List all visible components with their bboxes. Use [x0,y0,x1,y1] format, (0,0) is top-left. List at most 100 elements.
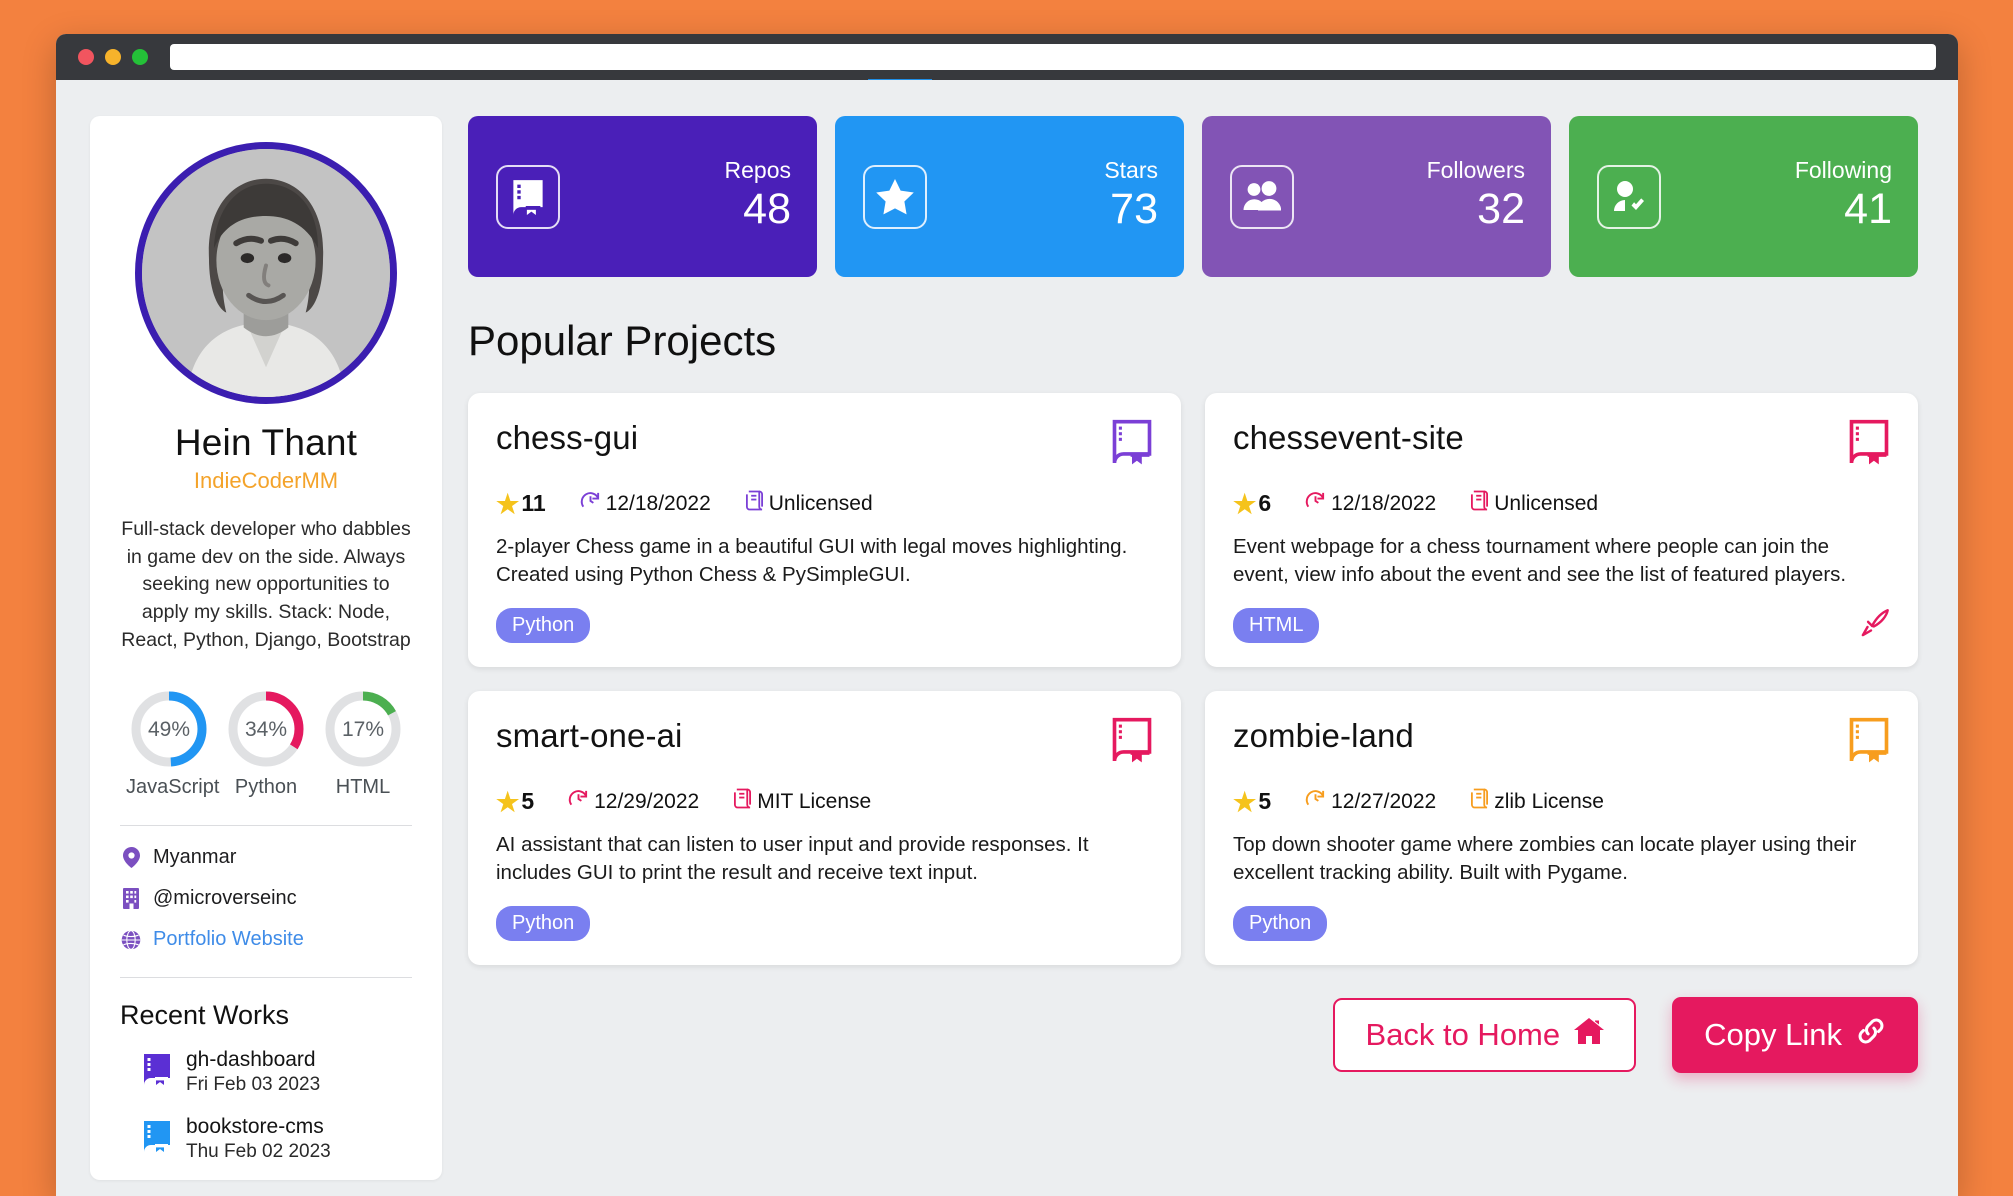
clock-icon [1305,490,1326,517]
page-content: Hein Thant IndieCoderMM Full-stack devel… [56,80,1958,1196]
project-card[interactable]: smart-one-ai ★ 5 12/29/2022 MIT License … [468,691,1181,965]
profile-bio: Full-stack developer who dabbles in game… [121,518,411,651]
project-date: 12/29/2022 [594,789,700,813]
project-date: 12/27/2022 [1331,789,1437,813]
sidebar-divider-top [120,825,412,827]
project-updated: 12/18/2022 [580,490,711,517]
info-text-location: Myanmar [153,846,237,869]
people-icon [1230,164,1294,229]
location-pin-icon [120,847,142,869]
license-scroll-icon [745,490,764,517]
recent-work-date: Thu Feb 02 2023 [186,1140,331,1162]
book-icon [1111,419,1153,470]
language-label: JavaScript [126,776,220,799]
copy-link-label: Copy Link [1704,1017,1842,1052]
progress-ring-icon: 49% [131,691,207,767]
project-language-badge: HTML [1233,608,1320,643]
book-icon [142,1053,172,1090]
project-stars: ★ 5 [1233,788,1271,815]
license-scroll-icon [1470,788,1489,815]
info-row-company: @microverseinc [120,887,412,910]
projects-grid: chess-gui ★ 11 12/18/2022 Unlicensed 2-p… [468,393,1918,965]
stat-value: 41 [1844,185,1892,234]
stats-row: Repos 48 Stars 73 Followers 32 Following… [468,116,1918,277]
stat-label: Repos [724,157,791,184]
language-stats: 49% JavaScript 34% Python 17% HTML [126,686,406,799]
project-date: 12/18/2022 [1331,491,1437,515]
link-icon [1856,1016,1886,1054]
book-icon [1848,419,1890,470]
book-icon [1848,717,1890,768]
recent-work-date: Fri Feb 03 2023 [186,1074,321,1096]
main-content: Repos 48 Stars 73 Followers 32 Following… [468,116,1924,1196]
address-bar-input[interactable] [170,44,1936,70]
project-description: 2-player Chess game in a beautiful GUI w… [496,535,1128,587]
maximize-window-button[interactable] [132,49,148,65]
project-updated: 12/18/2022 [1305,490,1436,517]
project-updated: 12/27/2022 [1305,788,1436,815]
book-icon [142,1120,172,1157]
profile-info-list: Myanmar @microverseinc Portfolio Website [120,846,412,951]
project-license: zlib License [1470,788,1604,815]
language-ring-python: 34% Python [223,686,309,799]
progress-ring-icon: 34% [228,691,304,767]
stat-card-stars[interactable]: Stars 73 [835,116,1184,277]
language-ring-html: 17% HTML [320,686,406,799]
project-card[interactable]: zombie-land ★ 5 12/27/2022 zlib License … [1205,691,1918,965]
clock-icon [568,788,589,815]
stat-card-followers[interactable]: Followers 32 [1202,116,1551,277]
recent-work-name: bookstore-cms [186,1115,324,1139]
star-icon: ★ [1233,786,1257,817]
project-language-badge: Python [496,608,591,643]
project-license-text: Unlicensed [1494,491,1599,515]
language-label: Python [234,776,298,799]
project-stars: ★ 6 [1233,490,1271,517]
copy-link-button[interactable]: Copy Link [1672,997,1918,1073]
person-check-icon [1597,164,1661,229]
stat-label: Following [1794,157,1892,184]
stat-label: Stars [1104,157,1158,184]
clock-icon [1305,788,1326,815]
language-label: HTML [335,776,391,799]
project-card[interactable]: chessevent-site ★ 6 12/18/2022 Unlicense… [1205,393,1918,667]
project-stars: ★ 5 [496,788,534,815]
project-star-count: 11 [521,490,546,516]
profile-sidebar: Hein Thant IndieCoderMM Full-stack devel… [90,116,442,1180]
recent-works-title: Recent Works [120,1000,290,1031]
project-description: Event webpage for a chess tournament whe… [1233,535,1847,587]
stat-value: 32 [1477,185,1525,234]
book-icon [496,164,560,229]
license-scroll-icon [733,788,752,815]
page-title: Popular Projects [468,317,777,364]
globe-icon [120,929,142,951]
rocket-icon[interactable] [1860,608,1890,643]
project-star-count: 5 [521,788,535,814]
project-license-text: MIT License [757,789,872,813]
recent-work-item[interactable]: bookstore-cms Thu Feb 02 2023 [120,1114,412,1163]
progress-ring-icon: 17% [325,691,401,767]
close-window-button[interactable] [78,49,94,65]
sidebar-divider-bottom [120,977,412,979]
stat-value: 48 [743,185,791,234]
project-license: MIT License [733,788,871,815]
stat-card-following[interactable]: Following 41 [1569,116,1918,277]
project-language-badge: Python [496,906,591,941]
stat-card-repos[interactable]: Repos 48 [468,116,817,277]
language-percent: 34% [245,718,287,741]
recent-work-item[interactable]: gh-dashboard Fri Feb 03 2023 [120,1047,412,1096]
back-to-home-button[interactable]: Back to Home [1333,998,1637,1072]
recent-work-name: gh-dashboard [186,1048,316,1072]
project-title: chessevent-site [1233,419,1464,456]
minimize-window-button[interactable] [105,49,121,65]
project-title: zombie-land [1233,717,1414,754]
project-card[interactable]: chess-gui ★ 11 12/18/2022 Unlicensed 2-p… [468,393,1181,667]
project-title: chess-gui [496,419,639,456]
portfolio-website-link[interactable]: Portfolio Website [153,928,304,951]
star-icon: ★ [1233,488,1257,519]
project-license-text: Unlicensed [768,491,873,515]
project-star-count: 5 [1258,788,1272,814]
info-row-portfolio[interactable]: Portfolio Website [120,928,412,951]
browser-chrome-bar [56,34,1958,84]
project-license: Unlicensed [745,490,873,517]
project-date: 12/18/2022 [605,491,711,515]
